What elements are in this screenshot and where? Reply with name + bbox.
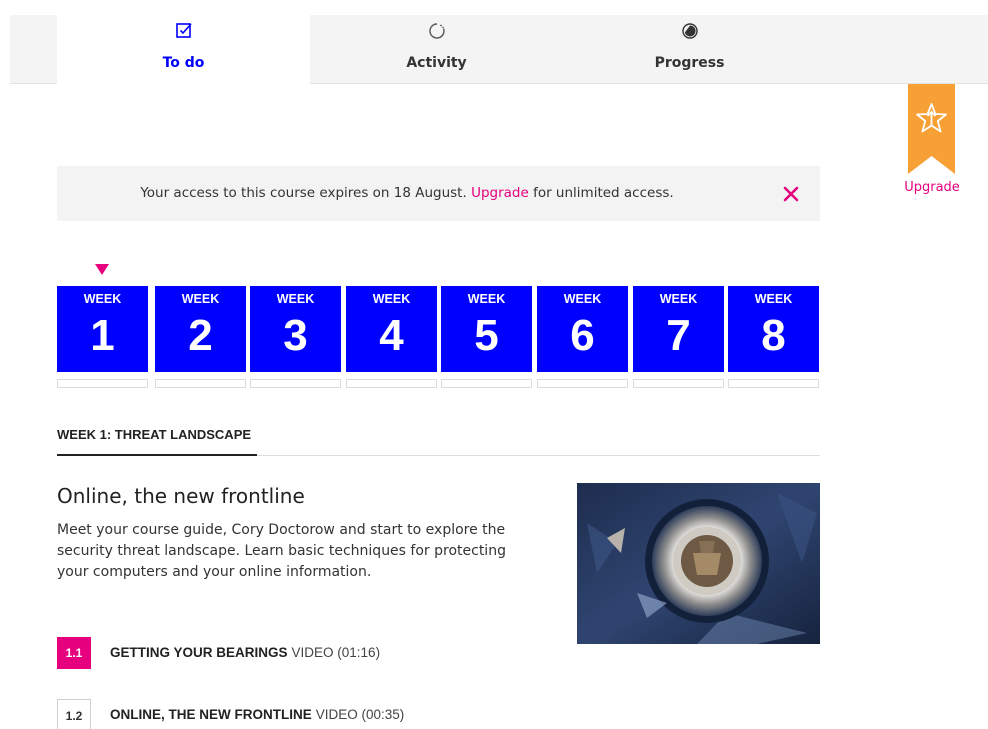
selected-week-indicator [95,264,109,275]
week-tile-7[interactable]: WEEK 7 [633,286,724,372]
tab-activity-label: Activity [406,55,467,71]
tab-progress[interactable]: Progress [563,15,816,84]
week-tile-2[interactable]: WEEK 2 [155,286,246,372]
week-tile-label: WEEK [563,292,602,306]
week-tile-number: 1 [90,311,115,360]
progress-circle-icon [681,23,698,39]
week-heading-underline [57,454,257,456]
week-progress-bar-4 [346,379,437,388]
tab-to-do[interactable]: To do [57,15,310,85]
tab-activity[interactable]: Activity [310,15,563,84]
section-description: Meet your course guide, Cory Doctorow an… [57,522,506,580]
week-tile-number: 6 [570,311,595,360]
week-progress-bar-7 [633,379,724,388]
upgrade-ribbon[interactable] [908,84,955,174]
week-tile-number: 5 [474,311,499,360]
week-heading: WEEK 1: THREAT LANDSCAPE [57,427,252,442]
week-tile-label: WEEK [659,292,698,306]
banner-message: Your access to this course expires on 18… [57,185,757,201]
activity-spinner-icon [428,23,445,39]
week-tile-number: 7 [666,311,691,360]
week-tile-3[interactable]: WEEK 3 [250,286,341,372]
week-tile-5[interactable]: WEEK 5 [441,286,532,372]
checkbox-edit-icon [175,23,192,38]
banner-text-after: for unlimited access. [528,185,674,201]
tab-progress-label: Progress [654,55,725,71]
week-tile-8[interactable]: WEEK 8 [728,286,819,372]
week-progress-bar-8 [728,379,819,388]
top-tab-bar: To do Activity Progress [10,15,988,85]
week-tile-1[interactable]: WEEK 1 [57,286,148,372]
section-title: Online, the new frontline [57,484,305,508]
week-tile-label: WEEK [276,292,315,306]
week-progress-bar-3 [250,379,341,388]
step-title-row: GETTING YOUR BEARINGS VIDEO (01:16) [110,645,380,660]
upgrade-ribbon-label[interactable]: Upgrade [897,180,967,195]
step-title-row: ONLINE, THE NEW FRONTLINE VIDEO (00:35) [110,707,404,722]
close-icon[interactable] [779,182,803,206]
week-tile-label: WEEK [181,292,220,306]
banner-text-before: Your access to this course expires on 18… [140,185,472,201]
week-tile-label: WEEK [83,292,122,306]
week-tile-number: 3 [283,311,308,360]
step-number: 1.2 [57,699,91,729]
banner-upgrade-link[interactable]: Upgrade [471,185,529,201]
week-tile-label: WEEK [754,292,793,306]
step-type: VIDEO (00:35) [315,707,405,722]
week-tile-4[interactable]: WEEK 4 [346,286,437,372]
week-progress-bar-5 [441,379,532,388]
week-tile-number: 8 [761,311,786,360]
step-type: VIDEO (01:16) [291,645,381,660]
week-tile-number: 2 [188,311,213,360]
section-image-lock [577,483,820,644]
week-tile-number: 4 [379,311,404,360]
step-title: ONLINE, THE NEW FRONTLINE [110,707,312,722]
week-progress-bar-2 [155,379,246,388]
access-expiry-banner: Your access to this course expires on 18… [57,166,820,221]
week-tile-label: WEEK [372,292,411,306]
week-tile-label: WEEK [467,292,506,306]
step-number: 1.1 [57,637,91,669]
week-progress-bar-1 [57,379,148,388]
week-tile-6[interactable]: WEEK 6 [537,286,628,372]
tab-to-do-label: To do [162,55,205,71]
week-progress-bar-6 [537,379,628,388]
step-title: GETTING YOUR BEARINGS [110,645,288,660]
